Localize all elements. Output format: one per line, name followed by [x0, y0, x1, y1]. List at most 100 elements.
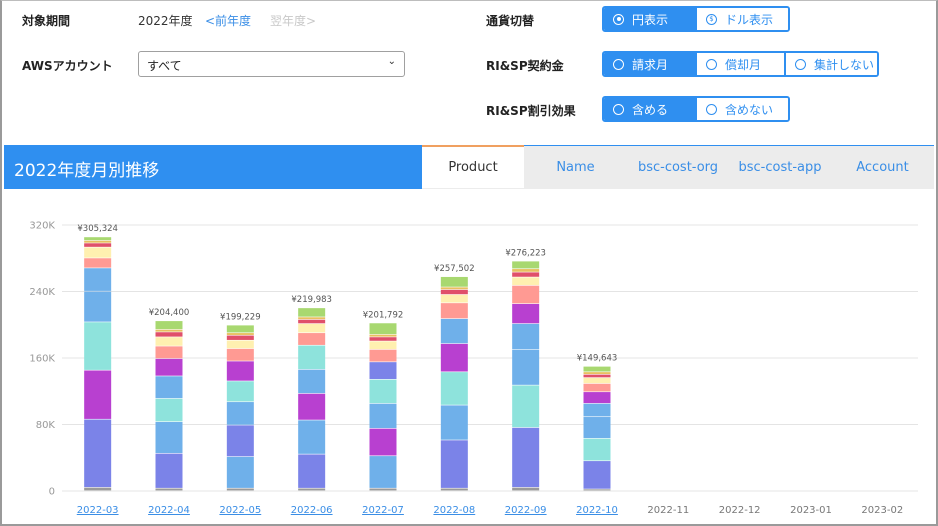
bar-segment[interactable] [84, 247, 112, 258]
bar-segment[interactable] [440, 289, 468, 295]
bar-segment[interactable] [84, 322, 112, 370]
bar-segment[interactable] [155, 376, 183, 399]
bar-segment[interactable] [298, 454, 326, 488]
bar-segment[interactable] [226, 402, 254, 425]
bar-stack[interactable] [583, 366, 611, 491]
bar-segment[interactable] [84, 258, 112, 268]
bar-segment[interactable] [440, 405, 468, 440]
risp-discount-option-include[interactable]: 含める [604, 98, 695, 120]
bar-segment[interactable] [298, 488, 326, 491]
bar-segment[interactable] [512, 427, 540, 488]
bar-segment[interactable] [226, 340, 254, 349]
bar-segment[interactable] [155, 453, 183, 488]
bar-segment[interactable] [369, 323, 397, 335]
bar-segment[interactable] [369, 337, 397, 341]
bar-stack[interactable] [298, 308, 326, 491]
bar-segment[interactable] [298, 420, 326, 454]
bar-segment[interactable] [512, 323, 540, 350]
bar-segment[interactable] [298, 333, 326, 345]
bar-segment[interactable] [298, 345, 326, 370]
risp-contract-option-billing[interactable]: 請求月 [604, 53, 695, 75]
bar-segment[interactable] [84, 487, 112, 491]
x-tick-link[interactable]: 2022-08 [433, 505, 475, 516]
bar-segment[interactable] [583, 461, 611, 489]
bar-segment[interactable] [369, 362, 397, 380]
tab-name[interactable]: Name [524, 146, 627, 189]
bar-segment[interactable] [512, 349, 540, 385]
bar-segment[interactable] [512, 385, 540, 428]
risp-contract-option-none[interactable]: 集計しない [784, 53, 877, 75]
x-tick-link[interactable]: 2022-03 [77, 505, 119, 516]
bar-segment[interactable] [155, 332, 183, 337]
bar-segment[interactable] [298, 369, 326, 394]
bar-stack[interactable] [369, 323, 397, 491]
bar-segment[interactable] [583, 366, 611, 372]
bar-stack[interactable] [84, 237, 112, 491]
risp-discount-option-exclude[interactable]: 含めない [695, 98, 788, 120]
bar-segment[interactable] [226, 361, 254, 381]
bar-segment[interactable] [512, 277, 540, 286]
bar-segment[interactable] [298, 323, 326, 333]
bar-segment[interactable] [369, 349, 397, 362]
bar-segment[interactable] [512, 272, 540, 277]
bar-segment[interactable] [155, 337, 183, 346]
bar-segment[interactable] [369, 488, 397, 491]
bar-segment[interactable] [583, 403, 611, 417]
tab-account[interactable]: Account [831, 146, 934, 189]
bar-segment[interactable] [155, 488, 183, 491]
bar-segment[interactable] [155, 422, 183, 453]
bar-segment[interactable] [440, 287, 468, 290]
x-tick-link[interactable]: 2022-10 [576, 505, 618, 516]
bar-segment[interactable] [583, 489, 611, 491]
bar-segment[interactable] [369, 379, 397, 404]
bar-stack[interactable] [512, 261, 540, 491]
bar-segment[interactable] [84, 419, 112, 488]
tab-bsc-cost-app[interactable]: bsc-cost-app [729, 146, 831, 189]
bar-segment[interactable] [84, 237, 112, 241]
tab-bsc-cost-org[interactable]: bsc-cost-org [627, 146, 729, 189]
currency-option-yen[interactable]: 円表示 [604, 8, 695, 30]
bar-segment[interactable] [298, 319, 326, 324]
bar-segment[interactable] [155, 358, 183, 376]
bar-segment[interactable] [226, 333, 254, 335]
risp-contract-option-amortized[interactable]: 償却月 [695, 53, 784, 75]
currency-option-dollar[interactable]: $ ドル表示 [695, 8, 788, 30]
bar-segment[interactable] [226, 488, 254, 491]
bar-segment[interactable] [440, 440, 468, 488]
bar-segment[interactable] [298, 317, 326, 320]
bar-segment[interactable] [512, 269, 540, 272]
bar-segment[interactable] [155, 321, 183, 330]
x-tick-link[interactable]: 2022-05 [219, 505, 261, 516]
bar-segment[interactable] [512, 285, 540, 304]
bar-segment[interactable] [440, 303, 468, 319]
bar-segment[interactable] [583, 377, 611, 384]
bar-stack[interactable] [155, 321, 183, 491]
bar-segment[interactable] [155, 346, 183, 359]
bar-segment[interactable] [298, 308, 326, 317]
tab-product[interactable]: Product [422, 145, 524, 188]
bar-segment[interactable] [226, 335, 254, 340]
bar-segment[interactable] [583, 417, 611, 439]
bar-segment[interactable] [369, 341, 397, 350]
bar-segment[interactable] [583, 372, 611, 375]
bar-segment[interactable] [512, 303, 540, 324]
bar-segment[interactable] [440, 318, 468, 344]
x-tick-link[interactable]: 2022-07 [362, 505, 404, 516]
bar-segment[interactable] [369, 334, 397, 337]
bar-segment[interactable] [155, 329, 183, 332]
bar-segment[interactable] [440, 276, 468, 287]
bar-segment[interactable] [226, 456, 254, 488]
bar-segment[interactable] [583, 438, 611, 461]
bar-segment[interactable] [155, 398, 183, 422]
bar-segment[interactable] [298, 393, 326, 420]
bar-segment[interactable] [440, 343, 468, 372]
bar-segment[interactable] [583, 374, 611, 378]
bar-segment[interactable] [84, 243, 112, 247]
bar-segment[interactable] [226, 348, 254, 361]
bar-segment[interactable] [369, 403, 397, 429]
bar-segment[interactable] [440, 294, 468, 303]
bar-segment[interactable] [512, 487, 540, 491]
bar-segment[interactable] [84, 240, 112, 243]
bar-segment[interactable] [440, 488, 468, 491]
bar-segment[interactable] [583, 392, 611, 404]
